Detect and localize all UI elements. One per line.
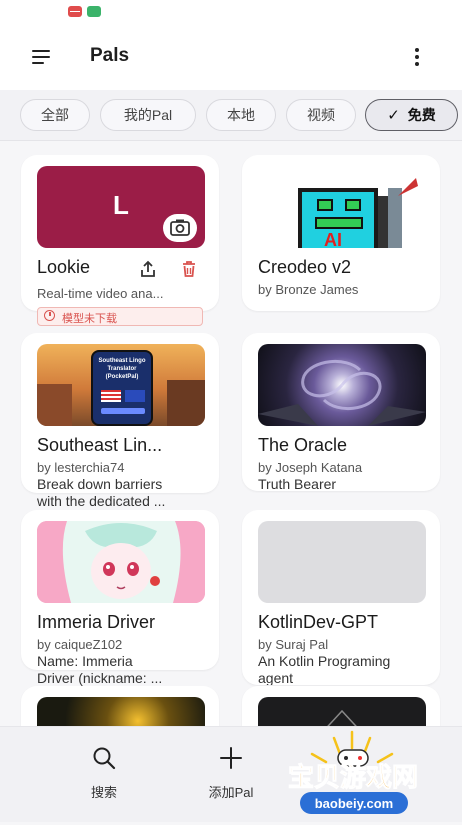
pal-card-partial-left[interactable] (21, 686, 219, 726)
pal-card-kotlindev-gpt[interactable]: KotlinDev-GPT by Suraj Pal An Kotlin Pro… (242, 510, 440, 685)
pal-author: by Suraj Pal (258, 637, 329, 652)
search-icon (93, 747, 116, 770)
pal-card-immeria-driver[interactable]: Immeria Driver by caiqueZ102 Name: Immer… (21, 510, 219, 670)
app-bar: Pals (0, 24, 462, 90)
nav-add-pal-button[interactable]: 添加Pal (191, 745, 271, 801)
pal-card-lookie[interactable]: L Lookie Real-time video ana... (21, 155, 219, 311)
pal-name: KotlinDev-GPT (258, 612, 379, 632)
pal-name: Immeria Driver (37, 612, 156, 632)
pal-description: Break down barriers (37, 476, 163, 492)
pal-card-the-oracle[interactable]: The Oracle by Joseph Katana Truth Bearer (242, 333, 440, 491)
pal-thumbnail (37, 521, 205, 603)
delete-icon[interactable] (179, 259, 199, 279)
filter-chip-my-pal[interactable]: 我的Pal (100, 99, 196, 131)
svg-text:baobeiy.com: baobeiy.com (315, 796, 394, 811)
pal-name: Southeast Lin... (37, 435, 163, 455)
app-notification-icon (87, 6, 101, 17)
pal-author: by lesterchia74 (37, 460, 125, 475)
pal-card-partial-right[interactable] (242, 686, 440, 726)
nav-add-pal-label: 添加Pal (208, 785, 254, 800)
pal-thumbnail: L (37, 166, 205, 248)
filter-chip-all[interactable]: 全部 (20, 99, 90, 131)
pal-description: Name: Immeria (37, 653, 133, 669)
pal-thumbnail (258, 521, 426, 603)
pal-description: Truth Bearer (258, 476, 337, 491)
model-not-downloaded-badge: 模型未下载 (37, 307, 203, 326)
plus-icon (220, 747, 242, 769)
watermark-logo: 宝贝游戏网 baobeiy.com (280, 728, 462, 820)
thumbnail-caption: Southeast Lingo Translator (PocketPal) (98, 358, 146, 380)
more-options-icon[interactable] (405, 44, 429, 70)
pal-name: The Oracle (258, 435, 348, 455)
nav-search-button[interactable]: 搜索 (64, 745, 144, 801)
pal-author: by Bronze James (258, 282, 359, 297)
pal-description-line2: agent (258, 670, 294, 685)
page-title: Pals (90, 45, 130, 66)
filter-chip-bar: 全部 我的Pal 本地 视频 ✓ 免费 (0, 90, 462, 141)
nav-search-label: 搜索 (90, 785, 117, 800)
pal-thumbnail: Southeast Lingo Translator (PocketPal) (37, 344, 205, 426)
thumbnail-ai-text: AI (324, 230, 342, 248)
check-icon: ✓ (387, 107, 400, 124)
pal-description-line2: Driver (nickname: ... (37, 670, 163, 686)
pal-name: Creodeo v2 (258, 257, 352, 277)
share-icon[interactable] (138, 259, 158, 279)
svg-text:宝贝游戏网: 宝贝游戏网 (288, 762, 418, 792)
pal-thumbnail: AI (258, 166, 426, 248)
filter-chip-video[interactable]: 视频 (286, 99, 356, 131)
pal-description: An Kotlin Programing (258, 653, 391, 669)
filter-chip-local[interactable]: 本地 (206, 99, 276, 131)
pal-author: by Joseph Katana (258, 460, 363, 475)
pal-author: by caiqueZ102 (37, 637, 123, 652)
pal-card-creodeo[interactable]: AI Creodeo v2 by Bronze James (242, 155, 440, 311)
menu-icon[interactable] (30, 45, 54, 69)
notification-icon (68, 6, 82, 17)
pal-thumbnail (37, 697, 205, 726)
filter-chip-free[interactable]: ✓ 免费 (365, 99, 458, 131)
pal-description: Real-time video ana... (37, 286, 164, 301)
camera-icon[interactable] (163, 214, 197, 242)
pal-description-line2: with the dedicated ... (37, 493, 166, 509)
pal-card-southeast-lingo[interactable]: Southeast Lingo Translator (PocketPal) S… (21, 333, 219, 493)
pal-thumbnail (258, 344, 426, 426)
pal-thumbnail (258, 697, 426, 726)
pal-name: Lookie (37, 257, 91, 277)
status-bar (0, 0, 462, 24)
